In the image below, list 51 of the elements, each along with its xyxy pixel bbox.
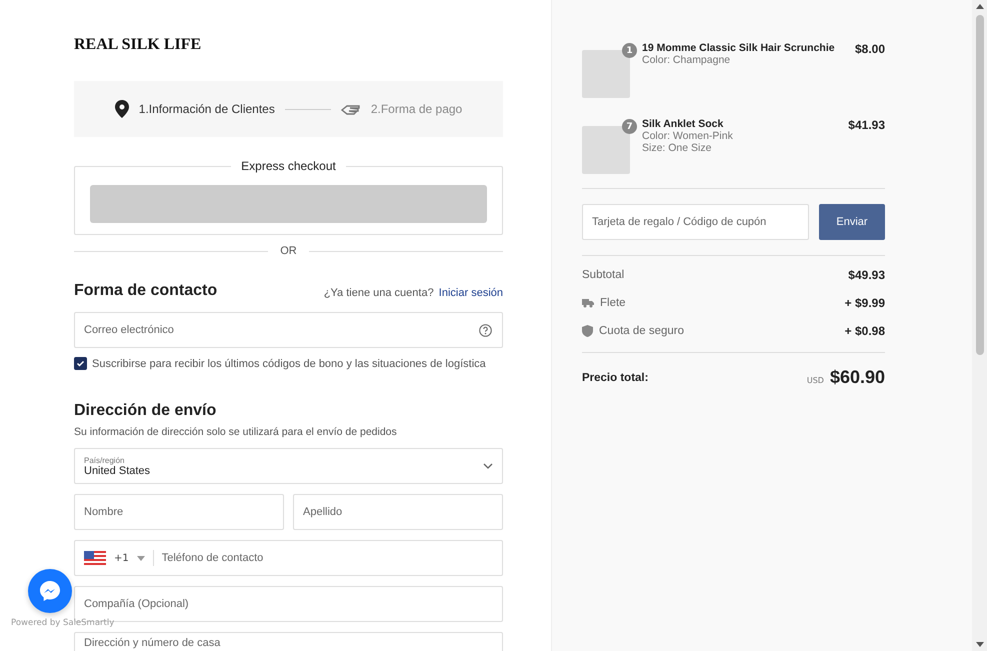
phone-field[interactable]: +1 Teléfono de contacto (74, 540, 503, 576)
checkout-step[interactable]: 1.Información de Clientes (138, 102, 275, 116)
total-price: $60.90 (830, 367, 885, 388)
scroll-down-icon[interactable] (976, 642, 984, 647)
product-name: 19 Momme Classic Silk Hair Scrunchie (642, 42, 836, 54)
chat-button[interactable] (28, 569, 72, 613)
subscribe-checkbox[interactable] (74, 357, 87, 370)
or-divider-label: OR (280, 245, 297, 257)
currency-label: USD (806, 376, 824, 385)
scroll-up-icon[interactable] (976, 4, 984, 9)
caret-icon (136, 556, 145, 560)
login-link[interactable]: Iniciar sesión (438, 287, 503, 299)
total-label: Precio total: (582, 372, 648, 384)
product-variant: Color: Women-Pink (642, 130, 734, 142)
section-heading: Forma de contacto (74, 282, 218, 300)
chat-bubble-icon (38, 579, 62, 603)
section-heading: Dirección de envío (74, 402, 216, 420)
product-price: $8.00 (854, 42, 885, 58)
country-select[interactable]: País/región United States (74, 448, 503, 484)
summary-value: + $0.98 (844, 324, 885, 338)
product-name: Silk Anklet Sock (642, 118, 724, 130)
address-field[interactable]: Dirección y número de casa (74, 632, 503, 651)
help-icon[interactable] (479, 324, 492, 337)
shipping-note: Su información de dirección solo se utilizará para el envío de pedidos (74, 426, 398, 438)
store-logo[interactable]: REAL SILK LIFE (74, 36, 503, 54)
chevron-down-icon (483, 463, 493, 469)
submit-coupon-button[interactable]: Enviar (819, 204, 885, 240)
country-code[interactable]: +1 (114, 552, 129, 564)
account-prompt: ¿Ya tiene una cuenta? (324, 287, 434, 299)
coupon-field[interactable]: Tarjeta de regalo / Código de cupón (582, 204, 809, 240)
summary-value: + $9.99 (844, 296, 885, 310)
flag-icon[interactable] (84, 551, 106, 565)
summary-label: Flete (600, 297, 626, 309)
subscribe-label: Suscribirse para recibir los últimos códigos de bono y las situaciones de logística (92, 358, 486, 370)
summary-label: Subtotal (582, 269, 624, 281)
checkmark-icon (76, 359, 85, 368)
first-name-field[interactable]: Nombre (74, 494, 284, 530)
phone-input[interactable]: Teléfono de contacto (162, 552, 493, 564)
truck-icon (582, 298, 594, 308)
summary-value: $49.93 (848, 268, 885, 282)
summary-label: Cuota de seguro (599, 325, 684, 337)
product-price: $41.93 (848, 118, 885, 134)
shield-icon (582, 325, 593, 337)
quantity-badge: 7 (622, 119, 637, 134)
location-pin-icon (114, 100, 129, 118)
email-field[interactable]: Correo electrónico (74, 312, 503, 348)
last-name-field[interactable]: Apellido (293, 494, 503, 530)
quantity-badge: 1 (622, 43, 637, 58)
express-checkout-title: Express checkout (240, 159, 337, 173)
product-variant: Size: One Size (642, 142, 712, 154)
product-variant: Color: Champagne (642, 54, 732, 66)
